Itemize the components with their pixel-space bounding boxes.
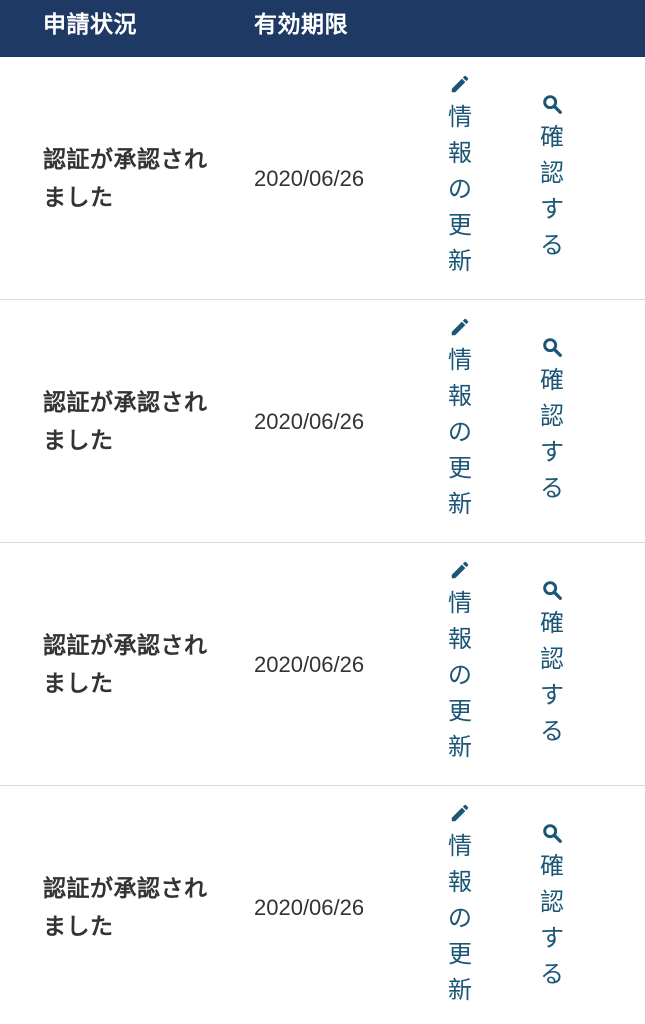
header-status: 申請状況: [43, 12, 137, 38]
pencil-icon: [451, 75, 469, 93]
search-icon: [543, 824, 562, 843]
update-info-link[interactable]: 情報の更新: [445, 802, 475, 1008]
table-row: 認証が承認されました 2020/06/26 情報の更新 確認する: [0, 543, 645, 786]
expiry-date: 2020/06/26: [254, 652, 365, 677]
status-text: 認証が承認されました: [43, 390, 208, 454]
confirm-label: 確認する: [540, 852, 564, 988]
confirm-link[interactable]: 確認する: [537, 336, 567, 506]
application-table: 申請状況 有効期限 認証が承認されました 2020/06/26 情報の更新 確認…: [0, 0, 645, 1024]
status-text: 認証が承認されました: [43, 633, 208, 697]
update-info-link[interactable]: 情報の更新: [445, 559, 475, 765]
expiry-date: 2020/06/26: [254, 895, 365, 920]
search-icon: [543, 95, 562, 114]
pencil-icon: [451, 318, 469, 336]
update-info-label: 情報の更新: [448, 589, 472, 761]
confirm-label: 確認する: [540, 123, 564, 259]
update-info-label: 情報の更新: [448, 832, 472, 1004]
header-expiry: 有効期限: [254, 12, 348, 38]
status-text: 認証が承認されました: [43, 876, 208, 940]
update-info-label: 情報の更新: [448, 346, 472, 518]
confirm-link[interactable]: 確認する: [537, 93, 567, 263]
table-row: 認証が承認されました 2020/06/26 情報の更新 確認する: [0, 57, 645, 300]
update-info-label: 情報の更新: [448, 103, 472, 275]
update-info-link[interactable]: 情報の更新: [445, 73, 475, 279]
table-row: 認証が承認されました 2020/06/26 情報の更新 確認する: [0, 786, 645, 1024]
confirm-link[interactable]: 確認する: [537, 579, 567, 749]
pencil-icon: [451, 804, 469, 822]
confirm-link[interactable]: 確認する: [537, 822, 567, 992]
pencil-icon: [451, 561, 469, 579]
update-info-link[interactable]: 情報の更新: [445, 316, 475, 522]
search-icon: [543, 338, 562, 357]
expiry-date: 2020/06/26: [254, 166, 365, 191]
expiry-date: 2020/06/26: [254, 409, 365, 434]
table-row: 認証が承認されました 2020/06/26 情報の更新 確認する: [0, 300, 645, 543]
confirm-label: 確認する: [540, 609, 564, 745]
status-text: 認証が承認されました: [43, 147, 208, 211]
table-header: 申請状況 有効期限: [0, 0, 645, 57]
confirm-label: 確認する: [540, 366, 564, 502]
search-icon: [543, 581, 562, 600]
